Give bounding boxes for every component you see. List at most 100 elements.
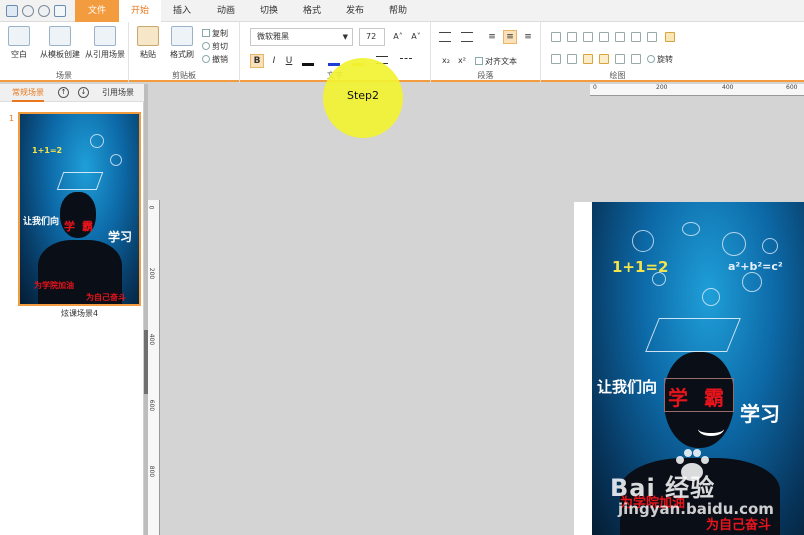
line-spacing-icon[interactable] bbox=[461, 32, 473, 42]
preview-icon[interactable] bbox=[54, 5, 66, 17]
underline-button[interactable]: U bbox=[282, 54, 296, 68]
move-down-button[interactable]: ↓ bbox=[78, 87, 89, 98]
align-right-icon[interactable] bbox=[583, 32, 593, 42]
slide-margin bbox=[574, 202, 592, 535]
doodle-circle bbox=[632, 230, 654, 252]
tab-animation[interactable]: 动画 bbox=[205, 0, 247, 22]
formula-text-2: a²+b²=c² bbox=[728, 260, 783, 273]
align-center-icon[interactable] bbox=[567, 32, 577, 42]
clipboard-group: 粘贴 格式刷 复制 剪切 撤销 剪贴板 bbox=[129, 22, 240, 82]
distribute-icon[interactable] bbox=[647, 32, 657, 42]
send-backward-icon[interactable] bbox=[599, 54, 609, 64]
rotate-button[interactable]: 旋转 bbox=[647, 54, 673, 65]
move-up-button[interactable]: ↑ bbox=[58, 87, 69, 98]
align-middle-icon[interactable] bbox=[615, 32, 625, 42]
align-bottom-icon[interactable] bbox=[631, 32, 641, 42]
align-right-button[interactable]: ≡ bbox=[521, 30, 535, 44]
scene-thumbnail[interactable]: 1+1=2 让我们向 学 霸 学习 为学院加油 为自己奋斗 bbox=[18, 112, 141, 306]
dash-style-icon[interactable] bbox=[400, 58, 412, 62]
scene-group-label: 场景 bbox=[56, 71, 72, 80]
lock-icon[interactable] bbox=[665, 32, 675, 42]
watermark-url: jingyan.baidu.com bbox=[618, 500, 774, 518]
thumbnail-poster: 1+1=2 让我们向 学 霸 学习 为学院加油 为自己奋斗 bbox=[20, 114, 139, 304]
paragraph-group: ≡ ≡ ≡ x₂ x² 对齐文本 段落 bbox=[431, 22, 541, 82]
ruler-label: 200 bbox=[656, 84, 668, 91]
ruler-label: 0 bbox=[147, 205, 155, 210]
align-left-icon[interactable] bbox=[551, 32, 561, 42]
from-reference-button[interactable]: 从引用场景 bbox=[84, 26, 126, 60]
group-icon[interactable] bbox=[551, 54, 561, 64]
head-text-left[interactable]: 学 bbox=[668, 382, 688, 411]
horizontal-ruler: 0 200 400 600 bbox=[590, 84, 804, 96]
head-text-right[interactable]: 霸 bbox=[704, 382, 724, 411]
send-to-back-icon[interactable] bbox=[631, 54, 641, 64]
format-painter-button[interactable]: 格式刷 bbox=[167, 26, 197, 60]
doodle-circle bbox=[90, 134, 104, 148]
from-template-button[interactable]: 从模板创建 bbox=[40, 26, 80, 60]
bold-button[interactable]: B bbox=[250, 54, 264, 68]
chevron-down-icon: ▼ bbox=[342, 33, 348, 41]
align-center-button[interactable]: ≡ bbox=[503, 30, 517, 44]
fill-color-icon[interactable] bbox=[302, 54, 314, 66]
reference-scene-icon bbox=[94, 26, 116, 46]
cut-button[interactable]: 剪切 bbox=[202, 41, 228, 52]
align-text-icon bbox=[475, 57, 483, 65]
template-icon bbox=[49, 26, 71, 46]
subscript-button[interactable]: x₂ bbox=[439, 54, 453, 68]
font-name-select[interactable]: 微软雅黑 ▼ bbox=[250, 28, 353, 46]
font-size-input[interactable]: 72 bbox=[359, 28, 385, 46]
bring-forward-icon[interactable] bbox=[583, 54, 593, 64]
graduation-cap bbox=[645, 318, 741, 352]
tab-help[interactable]: 帮助 bbox=[377, 0, 419, 22]
align-text-button[interactable]: 对齐文本 bbox=[475, 56, 517, 67]
scissors-icon bbox=[202, 42, 210, 50]
grow-font-button[interactable]: A˄ bbox=[390, 30, 406, 44]
tab-transition[interactable]: 切换 bbox=[248, 0, 290, 22]
save-icon[interactable] bbox=[6, 5, 18, 17]
rotate-icon bbox=[647, 55, 655, 63]
vertical-ruler: 0 200 400 600 800 bbox=[147, 200, 160, 535]
italic-button[interactable]: I bbox=[267, 54, 281, 68]
tab-reference-scenes[interactable]: 引用场景 bbox=[102, 86, 134, 100]
copy-button[interactable]: 复制 bbox=[202, 28, 228, 39]
align-left-button[interactable]: ≡ bbox=[485, 30, 499, 44]
bullet-list-icon[interactable] bbox=[439, 32, 451, 42]
tab-publish[interactable]: 发布 bbox=[334, 0, 376, 22]
ruler-label: 600 bbox=[148, 399, 156, 412]
tab-format[interactable]: 格式 bbox=[291, 0, 333, 22]
doodle-circle bbox=[762, 238, 778, 254]
tab-normal-scenes[interactable]: 常规场景 bbox=[12, 86, 44, 102]
thumb-left-text: 让我们向 bbox=[23, 217, 60, 227]
scene-panel-tabs: 常规场景 ↑ ↓ 引用场景 bbox=[0, 84, 144, 102]
bring-to-front-icon[interactable] bbox=[615, 54, 625, 64]
blank-scene-button[interactable]: 空白 bbox=[6, 26, 32, 60]
undo-icon bbox=[202, 55, 210, 63]
tab-home[interactable]: 开始 bbox=[119, 0, 161, 22]
tab-file[interactable]: 文件 bbox=[75, 0, 119, 22]
tab-insert[interactable]: 插入 bbox=[161, 0, 203, 22]
left-slogan: 让我们向 bbox=[597, 378, 658, 396]
cloud-icon[interactable] bbox=[22, 5, 34, 17]
menu-bar: 文件 开始 插入 动画 切换 格式 发布 帮助 bbox=[0, 0, 804, 22]
share-icon[interactable] bbox=[38, 5, 50, 17]
align-top-icon[interactable] bbox=[599, 32, 609, 42]
ribbon: 空白 从模板创建 从引用场景 场景 粘贴 格式刷 复制 剪切 撤销 剪贴板 微软… bbox=[0, 22, 804, 82]
doodle-circle bbox=[742, 272, 762, 292]
ruler-label: 0 bbox=[593, 84, 597, 91]
undo-button[interactable]: 撤销 bbox=[202, 54, 228, 65]
shrink-font-button[interactable]: A˅ bbox=[408, 30, 424, 44]
ruler-label: 400 bbox=[722, 84, 734, 91]
ruler-label: 600 bbox=[786, 84, 798, 91]
thumb-head-right: 霸 bbox=[82, 220, 93, 233]
font-color-icon[interactable] bbox=[328, 54, 340, 66]
thumb-bottom-right: 为自己奋斗 bbox=[86, 293, 126, 302]
step-callout-label: Step2 bbox=[346, 89, 380, 102]
ungroup-icon[interactable] bbox=[567, 54, 577, 64]
formula-text: 1+1=2 bbox=[612, 258, 669, 276]
doodle-circle bbox=[682, 222, 700, 236]
clipboard-group-label: 剪贴板 bbox=[172, 71, 196, 80]
smile-mark bbox=[698, 422, 724, 436]
superscript-button[interactable]: x² bbox=[455, 54, 469, 68]
paste-button[interactable]: 粘贴 bbox=[135, 26, 161, 60]
scene-group: 空白 从模板创建 从引用场景 场景 bbox=[0, 22, 129, 82]
